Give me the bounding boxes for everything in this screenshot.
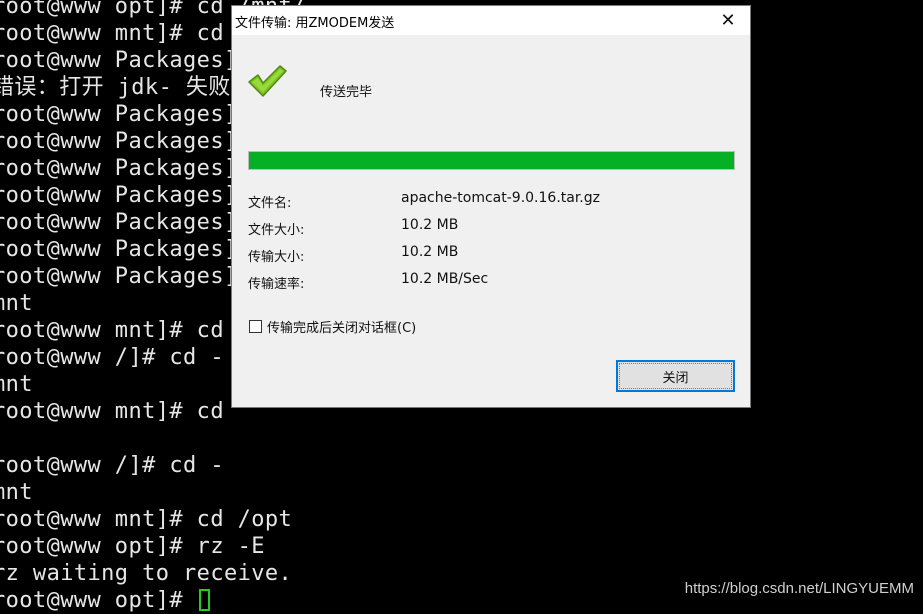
auto-close-checkbox[interactable] xyxy=(249,320,262,333)
close-icon[interactable]: ✕ xyxy=(706,6,750,35)
terminal-line: root@www /]# cd - xyxy=(0,345,224,370)
auto-close-label[interactable]: 传输完成后关闭对话框(C) xyxy=(267,317,416,336)
file-size-label: 文件大小: xyxy=(248,223,305,238)
transfer-rate-label: 传输速率: xyxy=(248,277,305,292)
terminal-line: root@www opt]# rz -E xyxy=(0,534,265,559)
auto-close-option[interactable]: 传输完成后关闭对话框(C) xyxy=(249,317,416,336)
dialog-titlebar[interactable]: 文件传输: 用ZMODEM发送 ✕ xyxy=(232,6,750,35)
dialog-title: 文件传输: 用ZMODEM发送 xyxy=(235,16,395,31)
terminal-line: root@www mnt]# cd xyxy=(0,399,224,424)
terminal-line: root@www Packages] xyxy=(0,237,238,262)
terminal-line: root@www Packages] xyxy=(0,102,238,127)
zmodem-transfer-dialog: 文件传输: 用ZMODEM发送 ✕ 传送完毕 文件名: apache-tomca… xyxy=(231,5,751,408)
terminal-line: rz waiting to receive. xyxy=(0,561,293,586)
terminal-line: root@www Packages] xyxy=(0,48,238,73)
terminal-line: root@www Packages] xyxy=(0,183,238,208)
terminal-line: mnt xyxy=(0,480,33,505)
transfer-size-value: 10.2 MB xyxy=(401,244,459,260)
file-name-label: 文件名: xyxy=(248,196,292,211)
terminal-line: root@www Packages] xyxy=(0,156,238,181)
terminal-line: root@www Packages] xyxy=(0,210,238,235)
close-button[interactable]: 关闭 xyxy=(616,360,735,392)
transfer-status: 传送完毕 xyxy=(320,85,373,100)
file-name-value: apache-tomcat-9.0.16.tar.gz xyxy=(401,190,600,206)
terminal-line: root@www mnt]# cd /opt xyxy=(0,507,293,532)
focus-ring xyxy=(619,363,732,389)
terminal-line: root@www Packages] xyxy=(0,264,238,289)
terminal-line: root@www mnt]# cd xyxy=(0,318,224,343)
file-size-value: 10.2 MB xyxy=(401,217,459,233)
terminal-line: mnt xyxy=(0,291,33,316)
terminal-line: root@www mnt]# cd xyxy=(0,21,224,46)
watermark: https://blog.csdn.net/LINGYUEMM xyxy=(684,580,914,597)
terminal-line: root@www Packages] xyxy=(0,129,238,154)
terminal-prompt: root@www opt]# xyxy=(0,588,197,613)
progress-bar xyxy=(248,151,735,170)
checkmark-icon xyxy=(246,63,288,103)
transfer-size-label: 传输大小: xyxy=(248,250,305,265)
terminal-line: mnt xyxy=(0,372,33,397)
terminal-prompt-line: root@www opt]# xyxy=(0,587,210,614)
terminal-line: root@www /]# cd - xyxy=(0,453,224,478)
transfer-rate-value: 10.2 MB/Sec xyxy=(401,271,489,287)
terminal-line: 错误：打开 jdk- 失败 xyxy=(0,75,231,100)
progress-fill xyxy=(249,152,734,169)
